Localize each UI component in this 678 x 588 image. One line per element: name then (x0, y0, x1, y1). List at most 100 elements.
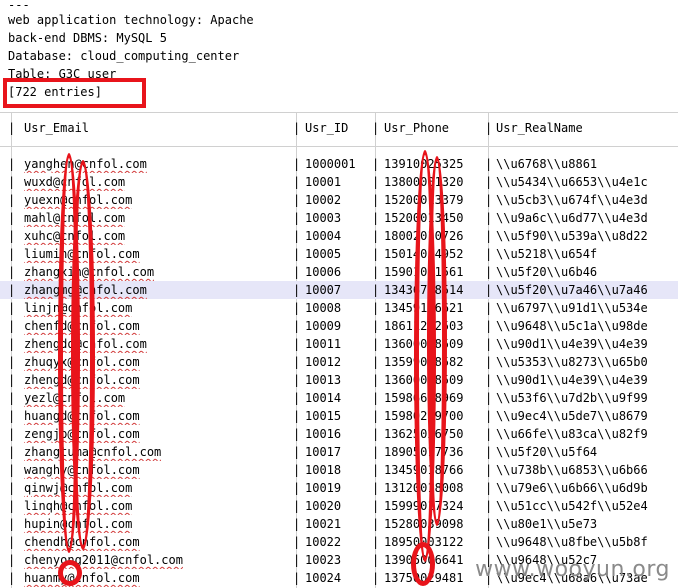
column-separator: | (372, 265, 380, 279)
column-separator: | (293, 553, 301, 567)
column-separator: | (293, 535, 301, 549)
cell-id: 1000001 (305, 157, 356, 171)
column-separator: | (293, 211, 301, 225)
column-separator: | (372, 499, 380, 513)
column-separator: | (372, 391, 380, 405)
cell-realname: \\u5f90\\u539a\\u8d22 (496, 229, 648, 243)
cell-id: 10018 (305, 463, 342, 477)
column-separator: | (293, 463, 301, 477)
column-separator: | (372, 301, 380, 315)
column-header-id: Usr_ID (305, 121, 349, 135)
cell-realname: \\u5f20\\u7a46\\u7a46 (496, 283, 648, 297)
table-row: | | | | liumin@cnfol.com 10005 15014054952 \\u5… (0, 245, 678, 263)
cell-id: 10009 (305, 319, 342, 333)
annotation-circle-phone-bottom (411, 542, 435, 586)
column-separator: | (485, 517, 493, 531)
table-row: | | | | zhuqyx@cnfol.com 10012 13599008582 \\u5… (0, 353, 678, 371)
cell-realname: \\u80e1\\u5e73 (496, 517, 598, 531)
cell-id: 10003 (305, 211, 342, 225)
column-separator: | (293, 193, 301, 207)
column-separator: | (372, 517, 380, 531)
column-separator: | (372, 463, 380, 477)
column-separator: | (485, 193, 493, 207)
column-separator: | (8, 571, 16, 585)
column-separator: | (293, 157, 301, 171)
table-row: | | | | yezl@cnfol.com 10014 15986638969 \\u53f… (0, 389, 678, 407)
column-separator: | (8, 553, 16, 567)
table-row: | | | | wuxd@cnfol.com 10001 13800001320 \\u543… (0, 173, 678, 191)
column-separator: | (485, 409, 493, 423)
column-separator: | (8, 157, 16, 171)
column-separator: | (485, 337, 493, 351)
column-separator: | (293, 355, 301, 369)
column-separator: | (485, 283, 493, 297)
web-tech-line: web application technology: Apache (8, 13, 254, 27)
column-separator: | (8, 517, 16, 531)
column-separator: | (293, 175, 301, 189)
column-separator: | (293, 247, 301, 261)
database-line: Database: cloud_computing_center (8, 49, 240, 63)
cell-realname: \\u5434\\u6653\\u4e1c (496, 175, 648, 189)
annotation-oval-email-b (71, 160, 95, 550)
cell-realname: \\u53f6\\u7d2b\\u9f99 (496, 391, 648, 405)
column-separator: | (8, 283, 16, 297)
header-bottom-border (0, 146, 678, 147)
column-separator: | (372, 337, 380, 351)
table-header-row: | Usr_Email | Usr_ID | Usr_Phone | Usr_R… (8, 121, 583, 135)
column-separator: | (293, 337, 301, 351)
table-row: | | | | zhengd@cnfol.com 10013 13600018509 \\u9… (0, 371, 678, 389)
column-separator: | (485, 157, 493, 171)
annotation-circle-email-bottom (58, 560, 82, 586)
column-separator: | (293, 517, 301, 531)
column-header-email: Usr_Email (24, 121, 90, 135)
table-row: | | | | chenfd@cnfol.com 10009 18611282503 \\u9… (0, 317, 678, 335)
table-row: | | | | yuexn@cnfol.com 10002 15200013379 \\u5c… (0, 191, 678, 209)
cell-realname: \\u51cc\\u542f\\u52e4 (496, 499, 648, 513)
table-row: | | | | wanghy@cnfol.com 10018 13459018766 \\u7… (0, 461, 678, 479)
cell-id: 10007 (305, 283, 342, 297)
cell-realname: \\u79e6\\u6b66\\u6d9b (496, 481, 648, 495)
column-separator: | (485, 481, 493, 495)
table-row: | | | | zengjp@cnfol.com 10016 13625026750 \\u6… (0, 425, 678, 443)
cell-realname: \\u90d1\\u4e39\\u4e39 (496, 337, 648, 351)
column-separator: | (485, 355, 493, 369)
column-separator: | (8, 481, 16, 495)
column-separator: | (372, 283, 380, 297)
table-row: | | | | linjn@cnfol.com 10008 13459106621 \\u67… (0, 299, 678, 317)
cell-id: 10019 (305, 481, 342, 495)
column-separator: | (372, 355, 380, 369)
column-separator: | (485, 319, 493, 333)
table-row: | | | | yanghen@cnfol.com 1000001 13910025325 \… (0, 155, 678, 173)
cell-realname: \\u6797\\u91d1\\u534e (496, 301, 648, 315)
table-row: | | | | linqh@cnfol.com 10020 15999017324 \\u51… (0, 497, 678, 515)
column-separator: | (293, 373, 301, 387)
column-separator: | (8, 229, 16, 243)
column-separator: | (485, 211, 493, 225)
cell-id: 10012 (305, 355, 342, 369)
table-row: | | | | qinwj@cnfol.com 10019 13120018008 \\u79… (0, 479, 678, 497)
column-separator: | (485, 229, 493, 243)
column-separator: | (8, 445, 16, 459)
table-top-border (0, 112, 678, 113)
column-separator: | (293, 391, 301, 405)
column-separator: | (293, 445, 301, 459)
cell-id: 10005 (305, 247, 342, 261)
cell-id: 10020 (305, 499, 342, 513)
table-row: | | | | zhengdq@cnfol.com 10011 13600018509 \\u… (0, 335, 678, 353)
column-separator: | (485, 391, 493, 405)
column-separator: | (372, 211, 380, 225)
column-separator: | (8, 463, 16, 477)
column-separator: | (8, 301, 16, 315)
column-separator: | (8, 535, 16, 549)
cell-realname: \\u738b\\u6853\\u6b66 (496, 463, 648, 477)
column-separator: | (485, 265, 493, 279)
column-separator: | (293, 319, 301, 333)
cell-realname: \\u5f20\\u6b46 (496, 265, 598, 279)
column-separator: | (8, 373, 16, 387)
column-separator: | (8, 499, 16, 513)
column-separator: | (293, 409, 301, 423)
table-row: | | | | xuhc@cnfol.com 10004 18002010726 \\u5f9… (0, 227, 678, 245)
cell-realname: \\u66fe\\u83ca\\u82f9 (496, 427, 648, 441)
column-separator: | (372, 157, 380, 171)
cell-id: 10014 (305, 391, 342, 405)
